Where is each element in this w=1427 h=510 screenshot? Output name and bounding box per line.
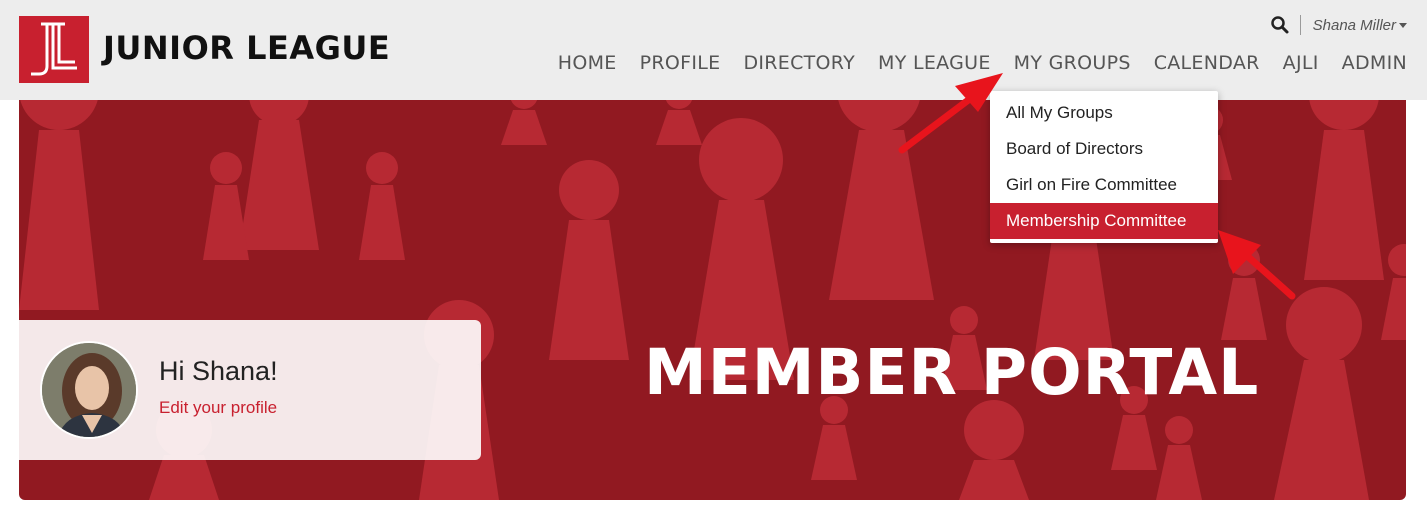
greeting-card: Hi Shana! Edit your profile	[19, 320, 481, 460]
avatar[interactable]	[40, 341, 138, 439]
nav-calendar[interactable]: CALENDAR	[1154, 52, 1260, 74]
junior-league-logo[interactable]	[19, 16, 89, 83]
my-groups-dropdown: All My Groups Board of Directors Girl on…	[990, 91, 1218, 243]
nav-my-league[interactable]: MY LEAGUE	[878, 52, 991, 74]
nav-ajli[interactable]: AJLI	[1283, 52, 1319, 74]
user-menu[interactable]: Shana Miller	[1313, 17, 1407, 34]
search-icon[interactable]	[1270, 15, 1290, 35]
dropdown-item-board-of-directors[interactable]: Board of Directors	[990, 131, 1218, 167]
brand-name[interactable]: JUNIOR LEAGUE	[103, 29, 390, 67]
nav-directory[interactable]: DIRECTORY	[743, 52, 855, 74]
jl-monogram-icon	[31, 22, 77, 76]
nav-profile[interactable]: PROFILE	[640, 52, 721, 74]
dropdown-item-girl-on-fire-committee[interactable]: Girl on Fire Committee	[990, 167, 1218, 203]
nav-home[interactable]: HOME	[558, 52, 617, 74]
nav-my-groups[interactable]: MY GROUPS	[1014, 52, 1131, 74]
edit-profile-link[interactable]: Edit your profile	[159, 398, 277, 418]
utility-bar: Shana Miller	[1270, 14, 1407, 36]
profile-photo	[42, 343, 136, 437]
main-nav: HOME PROFILE DIRECTORY MY LEAGUE MY GROU…	[558, 52, 1407, 74]
hero-title: MEMBER PORTAL	[644, 336, 1260, 409]
greeting-text: Hi Shana!	[159, 356, 278, 386]
dropdown-item-membership-committee[interactable]: Membership Committee	[990, 203, 1218, 239]
nav-admin[interactable]: ADMIN	[1342, 52, 1407, 74]
dropdown-item-all-my-groups[interactable]: All My Groups	[990, 95, 1218, 131]
divider	[1299, 15, 1301, 35]
caret-down-icon	[1399, 22, 1407, 28]
site-header: JUNIOR LEAGUE Shana Miller HOME PROFILE …	[0, 0, 1427, 100]
user-name: Shana Miller	[1312, 16, 1396, 34]
